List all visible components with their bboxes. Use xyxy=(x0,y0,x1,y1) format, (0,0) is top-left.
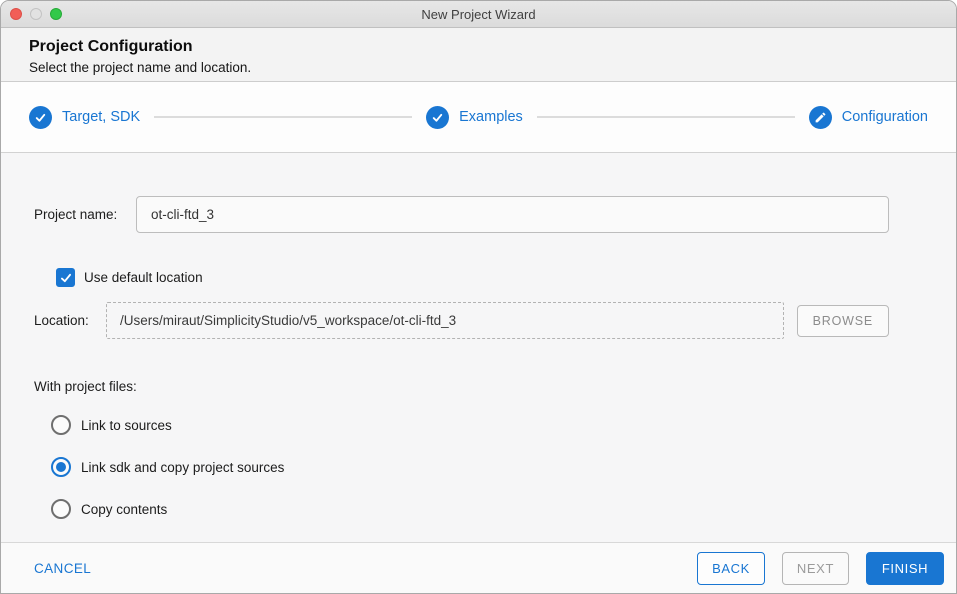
project-name-label: Project name: xyxy=(34,207,118,222)
new-project-wizard-window: New Project Wizard Project Configuration… xyxy=(0,0,957,594)
check-icon xyxy=(60,273,71,282)
location-row: Location: BROWSE xyxy=(34,302,889,339)
step-label: Examples xyxy=(459,109,523,125)
wizard-header: Project Configuration Select the project… xyxy=(1,28,956,82)
radio-icon xyxy=(51,457,71,477)
step-configuration[interactable]: Configuration xyxy=(808,105,928,129)
step-examples[interactable]: Examples xyxy=(426,105,523,129)
check-icon xyxy=(29,105,52,129)
next-button: NEXT xyxy=(781,551,849,585)
window-title: New Project Wizard xyxy=(421,6,536,22)
radio-label: Link to sources xyxy=(81,417,172,433)
radio-label: Copy contents xyxy=(81,501,168,517)
step-label: Target, SDK xyxy=(62,109,141,125)
wizard-stepper: Target, SDK Examples Configuration xyxy=(1,82,956,153)
title-bar: New Project Wizard xyxy=(1,1,956,28)
configuration-form: Project name: Use default location Locat… xyxy=(1,153,956,542)
radio-icon xyxy=(51,499,71,519)
cancel-button[interactable]: CANCEL xyxy=(34,561,91,576)
check-icon xyxy=(426,105,450,129)
with-project-files-label: With project files: xyxy=(34,379,137,394)
step-target-sdk[interactable]: Target, SDK xyxy=(29,105,141,129)
radio-copy-contents[interactable]: Copy contents xyxy=(34,498,889,520)
step-connector xyxy=(154,116,413,118)
location-input xyxy=(106,302,784,339)
radio-icon xyxy=(51,415,71,435)
wizard-footer: CANCEL BACK NEXT FINISH xyxy=(1,542,956,593)
project-name-row: Project name: xyxy=(34,196,889,233)
use-default-location-row: Use default location xyxy=(34,268,889,287)
radio-link-sdk-copy-sources[interactable]: Link sdk and copy project sources xyxy=(34,456,889,478)
step-connector xyxy=(536,116,795,118)
radio-link-to-sources[interactable]: Link to sources xyxy=(34,414,889,436)
finish-button[interactable]: FINISH xyxy=(866,551,944,585)
use-default-location-label: Use default location xyxy=(84,270,203,285)
radio-label: Link sdk and copy project sources xyxy=(81,459,285,475)
step-label: Configuration xyxy=(841,109,928,125)
use-default-location-checkbox[interactable] xyxy=(56,268,75,287)
back-button[interactable]: BACK xyxy=(697,551,765,585)
page-subtitle: Select the project name and location. xyxy=(29,60,252,75)
page-title: Project Configuration xyxy=(29,38,193,55)
project-name-input[interactable] xyxy=(136,196,889,233)
browse-button: BROWSE xyxy=(796,304,889,337)
pencil-icon xyxy=(808,105,832,129)
location-label: Location: xyxy=(34,313,89,328)
